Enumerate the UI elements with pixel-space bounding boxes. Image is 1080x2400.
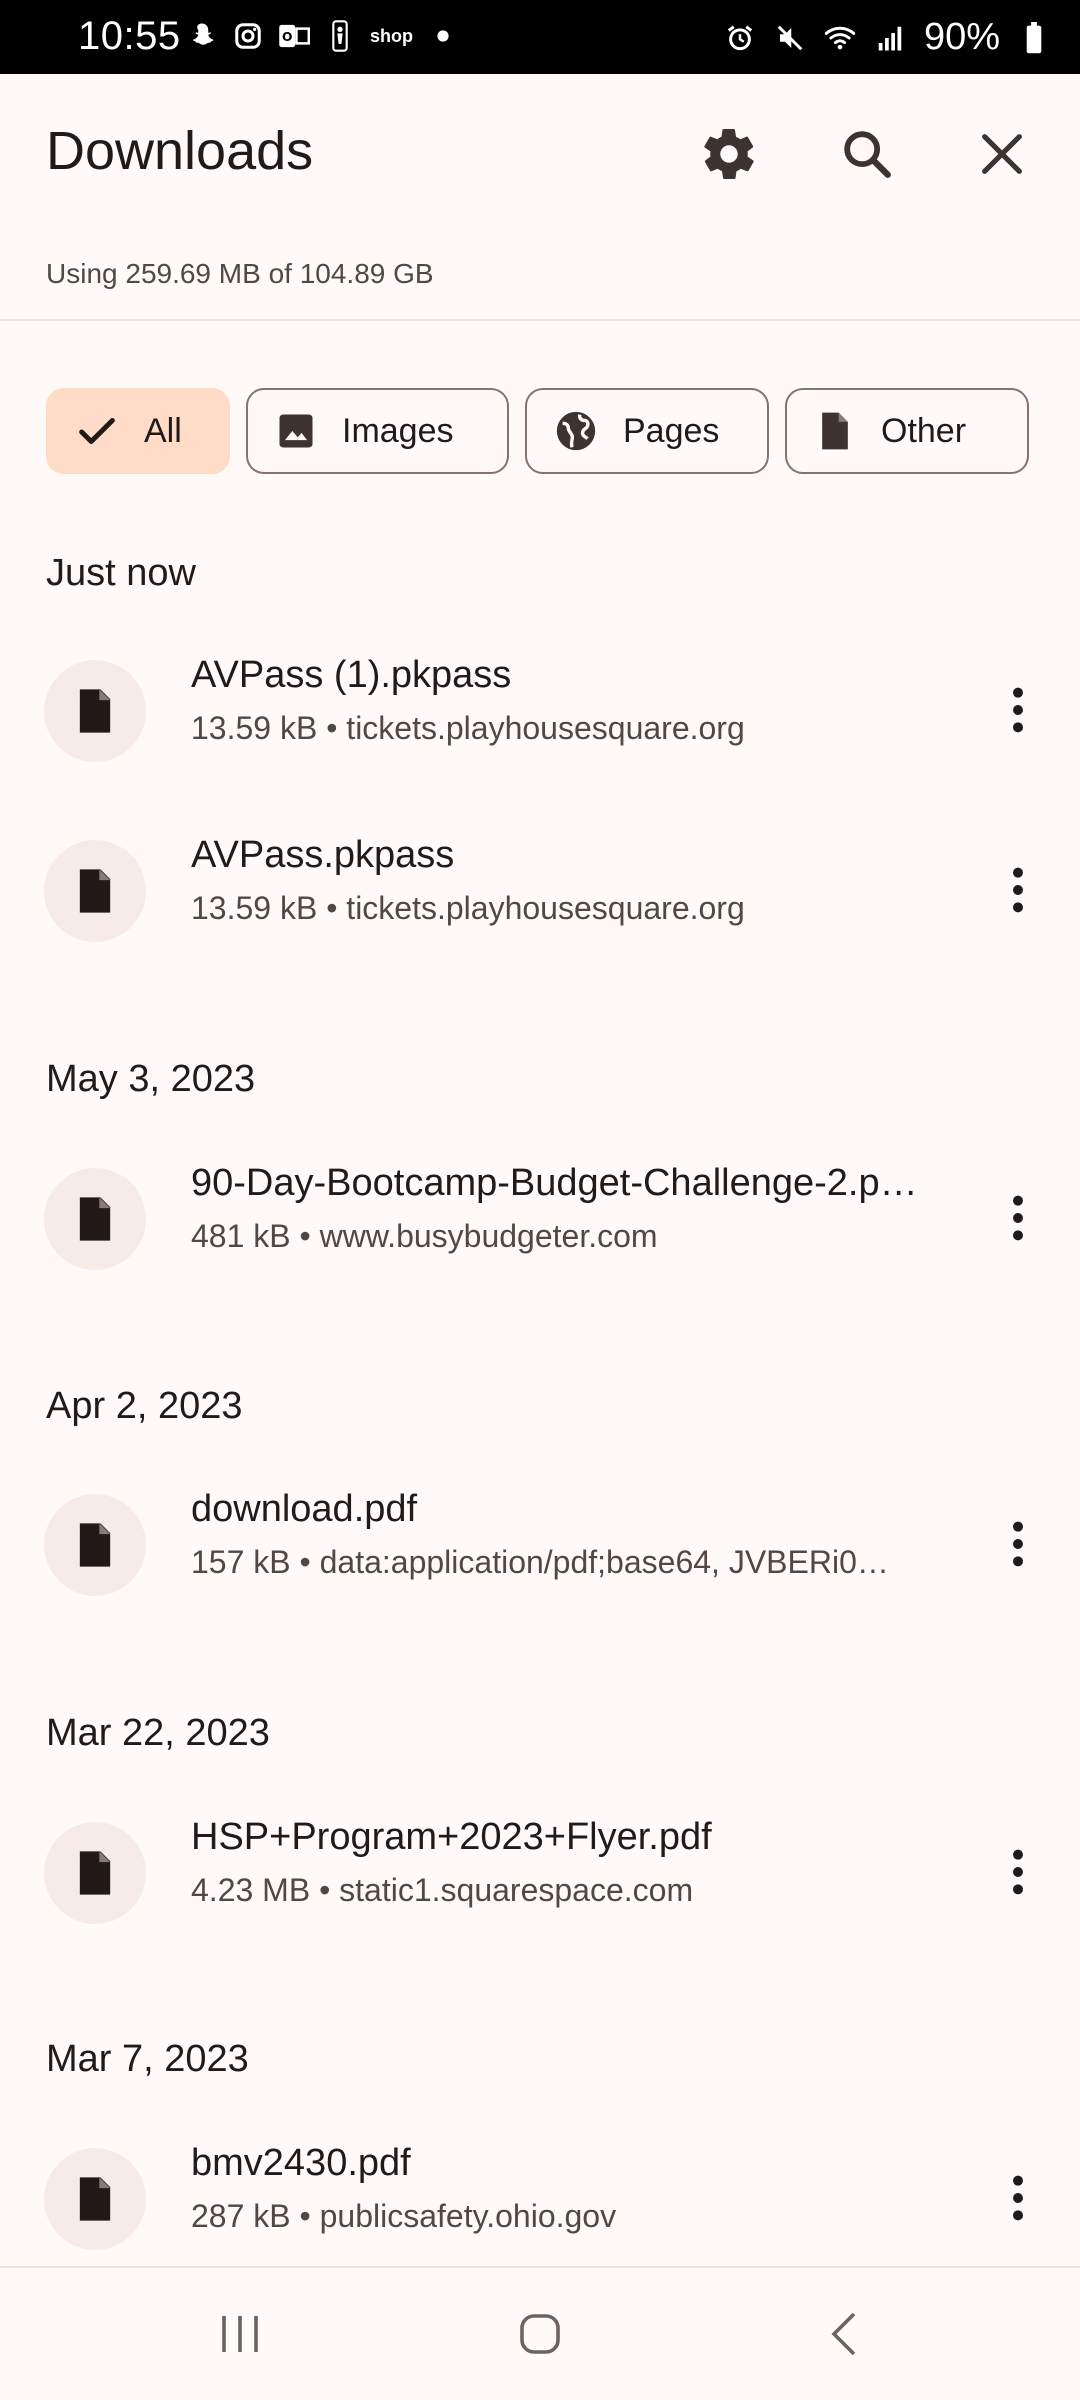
header-divider (0, 319, 1080, 321)
file-name: bmv2430.pdf (191, 2142, 411, 2184)
file-icon (79, 689, 111, 733)
snapchat-icon (186, 20, 218, 52)
storage-usage: Using 259.69 MB of 104.89 GB (46, 258, 434, 289)
outlook-icon: O (278, 20, 310, 52)
file-meta: 481 kB • www.busybudgeter.com (191, 1218, 658, 1254)
svg-text:O: O (282, 30, 292, 44)
download-item[interactable]: HSP+Program+2023+Flyer.pdf 4.23 MB • sta… (0, 1808, 1080, 1938)
more-vert-icon (1013, 687, 1023, 733)
more-vert-icon (1013, 1521, 1023, 1567)
more-vert-icon (1013, 867, 1023, 913)
more-vert-icon (1013, 1849, 1023, 1895)
recents-button[interactable] (190, 2294, 290, 2374)
more-options-button[interactable] (978, 670, 1058, 750)
battery-level: 90% (923, 16, 1000, 58)
filter-chip-label: All (144, 411, 182, 450)
close-button[interactable] (962, 114, 1042, 194)
file-meta: 13.59 kB • tickets.playhousesquare.org (191, 890, 745, 926)
section-header: Mar 7, 2023 (46, 2038, 249, 2080)
file-avatar (44, 2148, 146, 2250)
image-icon (279, 414, 313, 448)
file-icon (822, 412, 848, 450)
check-icon (79, 417, 115, 445)
more-options-button[interactable] (978, 1832, 1058, 1912)
file-icon (79, 1851, 111, 1895)
instagram-icon (232, 20, 264, 52)
file-name: AVPass.pkpass (191, 834, 455, 876)
download-item[interactable]: 90-Day-Bootcamp-Budget-Challenge-2.p… 48… (0, 1154, 1080, 1284)
file-avatar (44, 1822, 146, 1924)
section-header: Apr 2, 2023 (46, 1385, 243, 1427)
filter-chip-label: Pages (623, 411, 720, 450)
mute-icon (774, 22, 806, 54)
download-item[interactable]: AVPass (1).pkpass 13.59 kB • tickets.pla… (0, 646, 1080, 776)
file-avatar (44, 660, 146, 762)
download-item[interactable]: download.pdf 157 kB • data:application/p… (0, 1480, 1080, 1610)
settings-icon (704, 129, 754, 179)
filter-chip-label: Images (342, 411, 454, 450)
more-options-button[interactable] (978, 1504, 1058, 1584)
file-avatar (44, 1494, 146, 1596)
dot-icon (427, 20, 459, 52)
home-icon (520, 2314, 560, 2354)
file-meta: 4.23 MB • static1.squarespace.com (191, 1872, 694, 1908)
home-button[interactable] (490, 2294, 590, 2374)
more-vert-icon (1013, 1195, 1023, 1241)
filter-chip-images[interactable]: Images (246, 388, 509, 474)
download-item[interactable]: AVPass.pkpass 13.59 kB • tickets.playhou… (0, 826, 1080, 956)
close-icon (982, 134, 1022, 174)
wifi-icon (824, 22, 856, 54)
more-options-button[interactable] (978, 850, 1058, 930)
signal-icon (874, 22, 906, 54)
filter-chip-pages[interactable]: Pages (525, 388, 769, 474)
filter-chip-label: Other (881, 411, 967, 450)
file-meta: 13.59 kB • tickets.playhousesquare.org (191, 710, 745, 746)
globe-icon (556, 411, 596, 451)
file-icon (79, 1197, 111, 1241)
download-item[interactable]: bmv2430.pdf 287 kB • publicsafety.ohio.g… (0, 2134, 1080, 2264)
search-icon (844, 131, 891, 178)
more-vert-icon (1013, 2175, 1023, 2221)
system-nav-bar (0, 2266, 1080, 2400)
section-header: Just now (46, 552, 196, 594)
filter-chip-other[interactable]: Other (785, 388, 1029, 474)
more-options-button[interactable] (978, 1178, 1058, 1258)
filter-chips: All Images Pages Other (46, 388, 1029, 474)
file-meta: 157 kB • data:application/pdf;base64, JV… (191, 1544, 889, 1580)
file-name: AVPass (1).pkpass (191, 654, 512, 696)
file-icon (79, 869, 111, 913)
file-name: download.pdf (191, 1488, 418, 1530)
status-bar: 10:55 O shop 90% (0, 0, 1080, 74)
file-name: HSP+Program+2023+Flyer.pdf (191, 1816, 712, 1858)
file-avatar (44, 1168, 146, 1270)
file-icon (79, 1523, 111, 1567)
shop-icon: shop (370, 25, 413, 46)
filter-chip-all[interactable]: All (46, 388, 230, 474)
page-title: Downloads (46, 121, 314, 181)
back-button[interactable] (794, 2294, 894, 2374)
settings-button[interactable] (689, 114, 769, 194)
file-meta: 287 kB • publicsafety.ohio.gov (191, 2198, 617, 2234)
section-header: Mar 22, 2023 (46, 1712, 270, 1754)
nba-icon (324, 20, 356, 52)
section-header: May 3, 2023 (46, 1058, 256, 1100)
more-options-button[interactable] (978, 2158, 1058, 2238)
search-button[interactable] (827, 114, 907, 194)
alarm-icon (724, 22, 756, 54)
app-bar: Downloads (0, 74, 1080, 232)
battery-icon (1018, 21, 1050, 54)
file-name: 90-Day-Bootcamp-Budget-Challenge-2.p… (191, 1162, 918, 1204)
recents-icon (222, 2316, 258, 2352)
file-avatar (44, 840, 146, 942)
back-icon (831, 2312, 856, 2356)
file-icon (79, 2177, 111, 2221)
status-time: 10:55 (78, 14, 181, 58)
